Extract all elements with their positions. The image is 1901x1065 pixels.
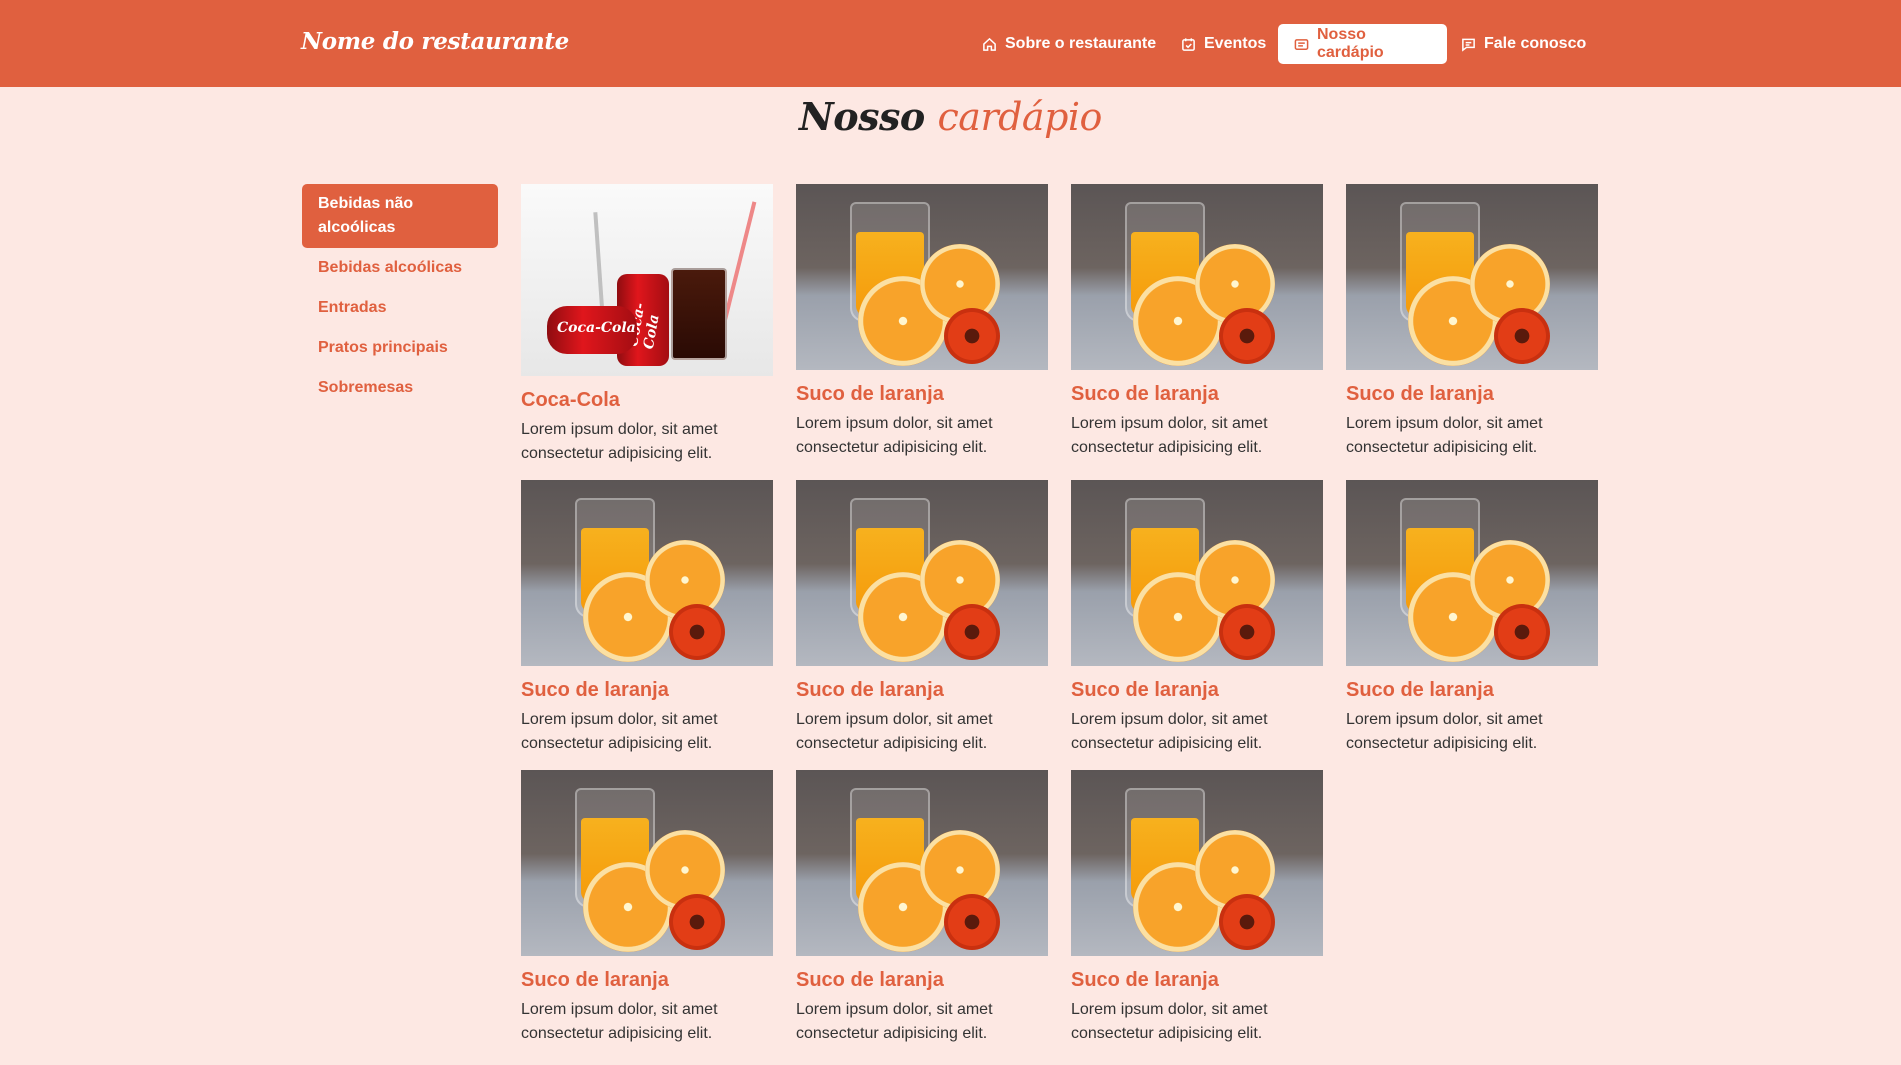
menu-card[interactable]: Suco de laranja Lorem ipsum dolor, sit a… [1071,770,1323,1046]
orange-juice-image [1071,184,1323,370]
menu-item-name: Suco de laranja [521,969,669,991]
orange-juice-image [1071,770,1323,956]
orange-juice-image [521,770,773,956]
menu-card[interactable]: Suco de laranja Lorem ipsum dolor, sit a… [1071,184,1323,460]
page-title-accent: cardápio [937,95,1103,139]
chat-icon [1461,37,1476,52]
menu-item-desc: Lorem ipsum dolor, sit amet consectetur … [521,711,718,752]
menu-item-name: Suco de laranja [521,679,669,701]
menu-item-name: Suco de laranja [796,679,944,701]
menu-item-name: Suco de laranja [796,969,944,991]
menu-card[interactable]: Suco de laranja Lorem ipsum dolor, sit a… [1346,184,1598,460]
nav-label: Nosso cardápio [1317,26,1384,61]
calendar-check-icon [1181,37,1196,52]
page-title: Nosso cardápio [0,94,1901,139]
menu-card[interactable]: Suco de laranja Lorem ipsum dolor, sit a… [521,770,773,1046]
menu-item-desc: Lorem ipsum dolor, sit amet consectetur … [1071,415,1268,456]
menu-item-desc: Lorem ipsum dolor, sit amet consectetur … [1071,711,1268,752]
menu-card[interactable]: Suco de laranja Lorem ipsum dolor, sit a… [521,480,773,756]
orange-juice-image [796,770,1048,956]
menu-item-name: Suco de laranja [1071,383,1219,405]
category-sobremesas[interactable]: Sobremesas [302,368,498,408]
menu-item-name: Suco de laranja [796,383,944,405]
menu-item-desc: Lorem ipsum dolor, sit amet consectetur … [521,421,718,462]
orange-juice-image [796,480,1048,666]
menu-item-name: Suco de laranja [1071,969,1219,991]
menu-item-name: Suco de laranja [1346,679,1494,701]
orange-juice-image [1346,184,1598,370]
menu-card[interactable]: Suco de laranja Lorem ipsum dolor, sit a… [1346,480,1598,756]
menu-item-name: Suco de laranja [1071,679,1219,701]
category-sidebar: Bebidas não alcoólicas Bebidas alcoólica… [302,184,498,408]
menu-item-desc: Lorem ipsum dolor, sit amet consectetur … [1071,1001,1268,1042]
coca-cola-image: Coca-Cola Coca-Cola [521,184,773,376]
nav-item-cardapio[interactable]: Nosso cardápio [1278,24,1447,64]
menu-item-name: Coca-Cola [521,389,620,411]
main-nav: Sobre o restaurante Eventos Nosso cardáp… [0,24,1901,64]
menu-item-desc: Lorem ipsum dolor, sit amet consectetur … [521,1001,718,1042]
orange-juice-image [796,184,1048,370]
menu-item-desc: Lorem ipsum dolor, sit amet consectetur … [796,711,993,752]
nav-label: Fale conosco [1484,35,1587,52]
nav-item-contato[interactable]: Fale conosco [1445,24,1602,64]
orange-juice-image [1071,480,1323,666]
category-bebidas-nao-alcoolicas[interactable]: Bebidas não alcoólicas [302,184,498,248]
menu-item-desc: Lorem ipsum dolor, sit amet consectetur … [1346,711,1543,752]
menu-card[interactable]: Suco de laranja Lorem ipsum dolor, sit a… [796,770,1048,1046]
header: Nome do restaurante Sobre o restaurante … [0,0,1901,87]
menu-item-name: Suco de laranja [1346,383,1494,405]
menu-card[interactable]: Suco de laranja Lorem ipsum dolor, sit a… [796,184,1048,460]
page-title-main: Nosso [799,94,925,139]
menu-list-icon [1294,37,1309,52]
menu-card[interactable]: Coca-Cola Coca-Cola Coca-Cola Lorem ipsu… [521,184,773,466]
orange-juice-image [521,480,773,666]
nav-item-sobre[interactable]: Sobre o restaurante [966,24,1172,64]
category-entradas[interactable]: Entradas [302,288,498,328]
menu-card[interactable]: Suco de laranja Lorem ipsum dolor, sit a… [1071,480,1323,756]
orange-juice-image [1346,480,1598,666]
menu-item-desc: Lorem ipsum dolor, sit amet consectetur … [796,1001,993,1042]
nav-label: Sobre o restaurante [1005,35,1157,52]
category-pratos-principais[interactable]: Pratos principais [302,328,498,368]
menu-item-desc: Lorem ipsum dolor, sit amet consectetur … [796,415,993,456]
home-icon [982,37,997,52]
nav-item-eventos[interactable]: Eventos [1165,24,1282,64]
category-bebidas-alcoolicas[interactable]: Bebidas alcoólicas [302,248,498,288]
menu-card[interactable]: Suco de laranja Lorem ipsum dolor, sit a… [796,480,1048,756]
nav-label: Eventos [1204,35,1267,52]
menu-item-desc: Lorem ipsum dolor, sit amet consectetur … [1346,415,1543,456]
